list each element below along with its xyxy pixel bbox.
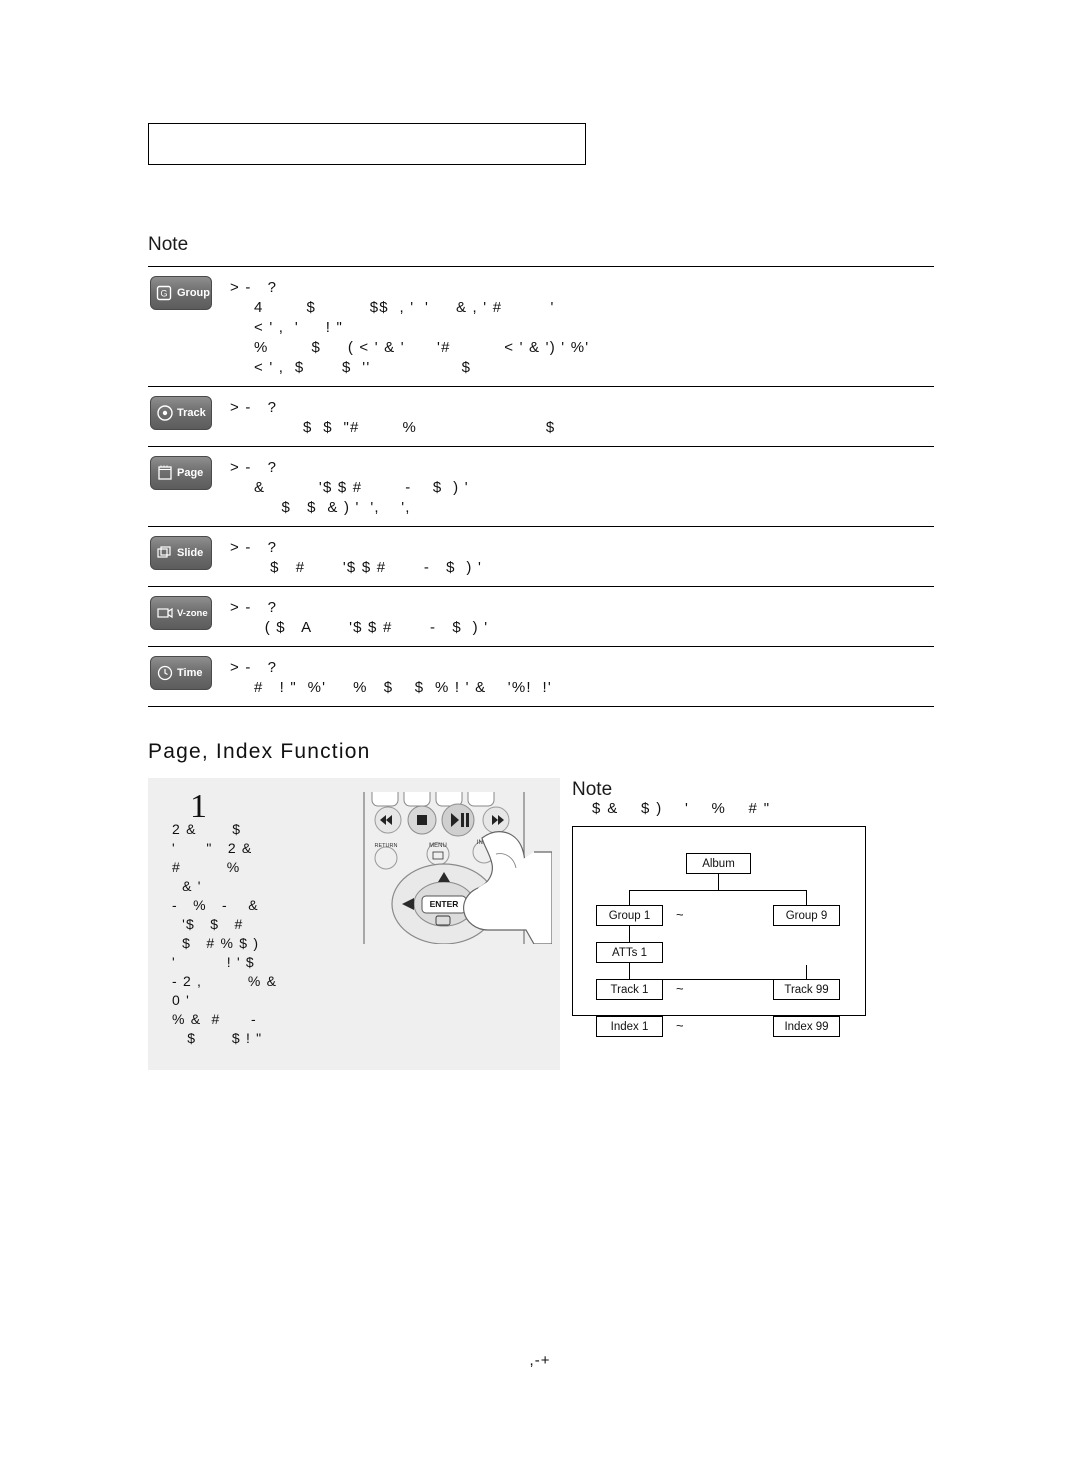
page-badge-label: Page (177, 467, 204, 479)
slide-badge: Slide (150, 536, 212, 570)
text-line: & '$ $ # - $ ) ' (254, 479, 469, 496)
text-line: % & # - (172, 1011, 257, 1027)
badge-cell: Page (148, 456, 218, 490)
text-line: < ' , $ $ '' $ (254, 359, 472, 376)
table-row: Page > - ? & '$ $ # - $ ) ' $ $ & ) ' ',… (148, 446, 934, 526)
v-zone-icon (155, 603, 175, 623)
connector-line (629, 963, 630, 979)
group-badge-label: Group (177, 287, 210, 299)
text-line: # ! " %' % $ $ % ! ' & '%! !' (254, 679, 552, 696)
text-line: & ' (172, 878, 202, 894)
group-icon: G (155, 283, 175, 303)
text-line: > - ? (230, 599, 278, 616)
text-line: $ $ "# % $ (260, 419, 556, 436)
text-line: ' ! ' $ (172, 954, 255, 970)
text-line: 4 $ $$ , ' ' & , ' # ' (254, 299, 555, 316)
step-panel: 1 2 & $ ' " 2 & # % & ' - % - & '$ $ # $… (148, 778, 560, 1070)
badge-cell: Time (148, 656, 218, 690)
section-heading: Page, Index Function (148, 740, 371, 763)
note-label-right: Note (572, 779, 613, 800)
badge-cell: V-zone (148, 596, 218, 630)
step-text: 2 & $ ' " 2 & # % & ' - % - & '$ $ # $ #… (172, 820, 352, 1048)
connector-line (718, 874, 719, 890)
text-line: > - ? (230, 659, 278, 676)
time-badge: Time (150, 656, 212, 690)
table-row: Time > - ? # ! " %' % $ $ % ! ' & '%! !' (148, 646, 934, 707)
text-line: $ # % $ ) (172, 935, 260, 951)
text-line: '$ $ # (172, 916, 244, 932)
text-line: > - ? (230, 459, 278, 476)
hierarchy-diagram: Album Group 1 ~ Group 9 ATTs 1 Track 1 ~… (572, 826, 866, 1037)
text-line: > - ? (230, 279, 278, 296)
diagram-node-atts: ATTs 1 (596, 942, 663, 963)
diagram-separator: ~ (676, 981, 684, 996)
svg-text:ENTER: ENTER (430, 899, 459, 909)
text-line: # % (172, 859, 241, 875)
track-icon (155, 403, 175, 423)
track-badge: Track (150, 396, 212, 430)
table-row: Track > - ? $ $ "# % $ (148, 386, 934, 446)
row-text: > - ? & '$ $ # - $ ) ' $ $ & ) ' ', ', (218, 456, 934, 518)
connector-line (806, 890, 807, 905)
svg-text:G: G (160, 289, 167, 299)
connector-line (629, 926, 630, 942)
time-badge-label: Time (177, 667, 203, 679)
page-number: ,-+ (529, 1352, 551, 1369)
group-badge: G Group (150, 276, 212, 310)
diagram-node-track-last: Track 99 (773, 979, 840, 1000)
slide-badge-label: Slide (177, 547, 204, 559)
table-row: G Group > - ? 4 $ $$ , ' ' & , ' # ' < '… (148, 266, 934, 386)
v-zone-badge-label: V-zone (177, 607, 208, 619)
text-line: $ $ & ) ' ', ', (260, 499, 411, 516)
page-icon (155, 463, 175, 483)
badge-cell: Slide (148, 536, 218, 570)
row-text: > - ? 4 $ $$ , ' ' & , ' # ' < ' , ' ! "… (218, 276, 934, 378)
diagram-node-album: Album (686, 853, 751, 874)
diagram-node-group-first: Group 1 (596, 905, 663, 926)
text-line: $ # '$ $ # - $ ) ' (254, 559, 483, 576)
diagram-node-index-last: Index 99 (773, 1016, 840, 1037)
row-text: > - ? # ! " %' % $ $ % ! ' & '%! !' (218, 656, 934, 698)
note-right-text: $ & $ ) ' % # " (592, 800, 771, 817)
diagram-separator: ~ (676, 1018, 684, 1033)
row-text: > - ? $ # '$ $ # - $ ) ' (218, 536, 934, 578)
text-line: - 2 , % & (172, 973, 278, 989)
v-zone-badge: V-zone (150, 596, 212, 630)
diagram-node-group-last: Group 9 (773, 905, 840, 926)
time-icon (155, 663, 175, 683)
text-line: % $ ( < ' & ' '# < ' & ') ' %' (254, 339, 590, 356)
table-row: V-zone > - ? ( $ A '$ $ # - $ ) ' (148, 586, 934, 646)
svg-text:RETURN: RETURN (375, 843, 398, 849)
text-line: < ' , ' ! " (254, 319, 344, 336)
badge-cell: Track (148, 396, 218, 430)
text-line: > - ? (230, 399, 278, 416)
diagram-node-track-first: Track 1 (596, 979, 663, 1000)
row-text: > - ? $ $ "# % $ (218, 396, 934, 438)
text-line: > - ? (230, 539, 278, 556)
row-text: > - ? ( $ A '$ $ # - $ ) ' (218, 596, 934, 638)
text-line: 2 & $ (172, 821, 242, 837)
diagram-separator: ~ (676, 907, 684, 922)
text-line: $ $ ! " (172, 1030, 263, 1046)
text-line: 0 ' (172, 992, 190, 1008)
remote-control-illustration: RETURN MENU INFO ENTER (356, 785, 553, 945)
table-row: Slide > - ? $ # '$ $ # - $ ) ' (148, 526, 934, 586)
connector-line (629, 890, 630, 905)
glossary-table: G Group > - ? 4 $ $$ , ' ' & , ' # ' < '… (148, 266, 934, 707)
text-line: ' " 2 & (172, 840, 253, 856)
page-badge: Page (150, 456, 212, 490)
text-line: ( $ A '$ $ # - $ ) ' (254, 619, 489, 636)
note-label-top: Note (148, 234, 189, 255)
connector-line (806, 965, 807, 979)
page-title-box (148, 123, 586, 165)
slide-icon (155, 543, 175, 563)
diagram-node-index-first: Index 1 (596, 1016, 663, 1037)
text-line: - % - & (172, 897, 259, 913)
svg-text:MENU: MENU (429, 843, 447, 849)
track-badge-label: Track (177, 407, 206, 419)
connector-line (629, 890, 807, 891)
badge-cell: G Group (148, 276, 218, 310)
